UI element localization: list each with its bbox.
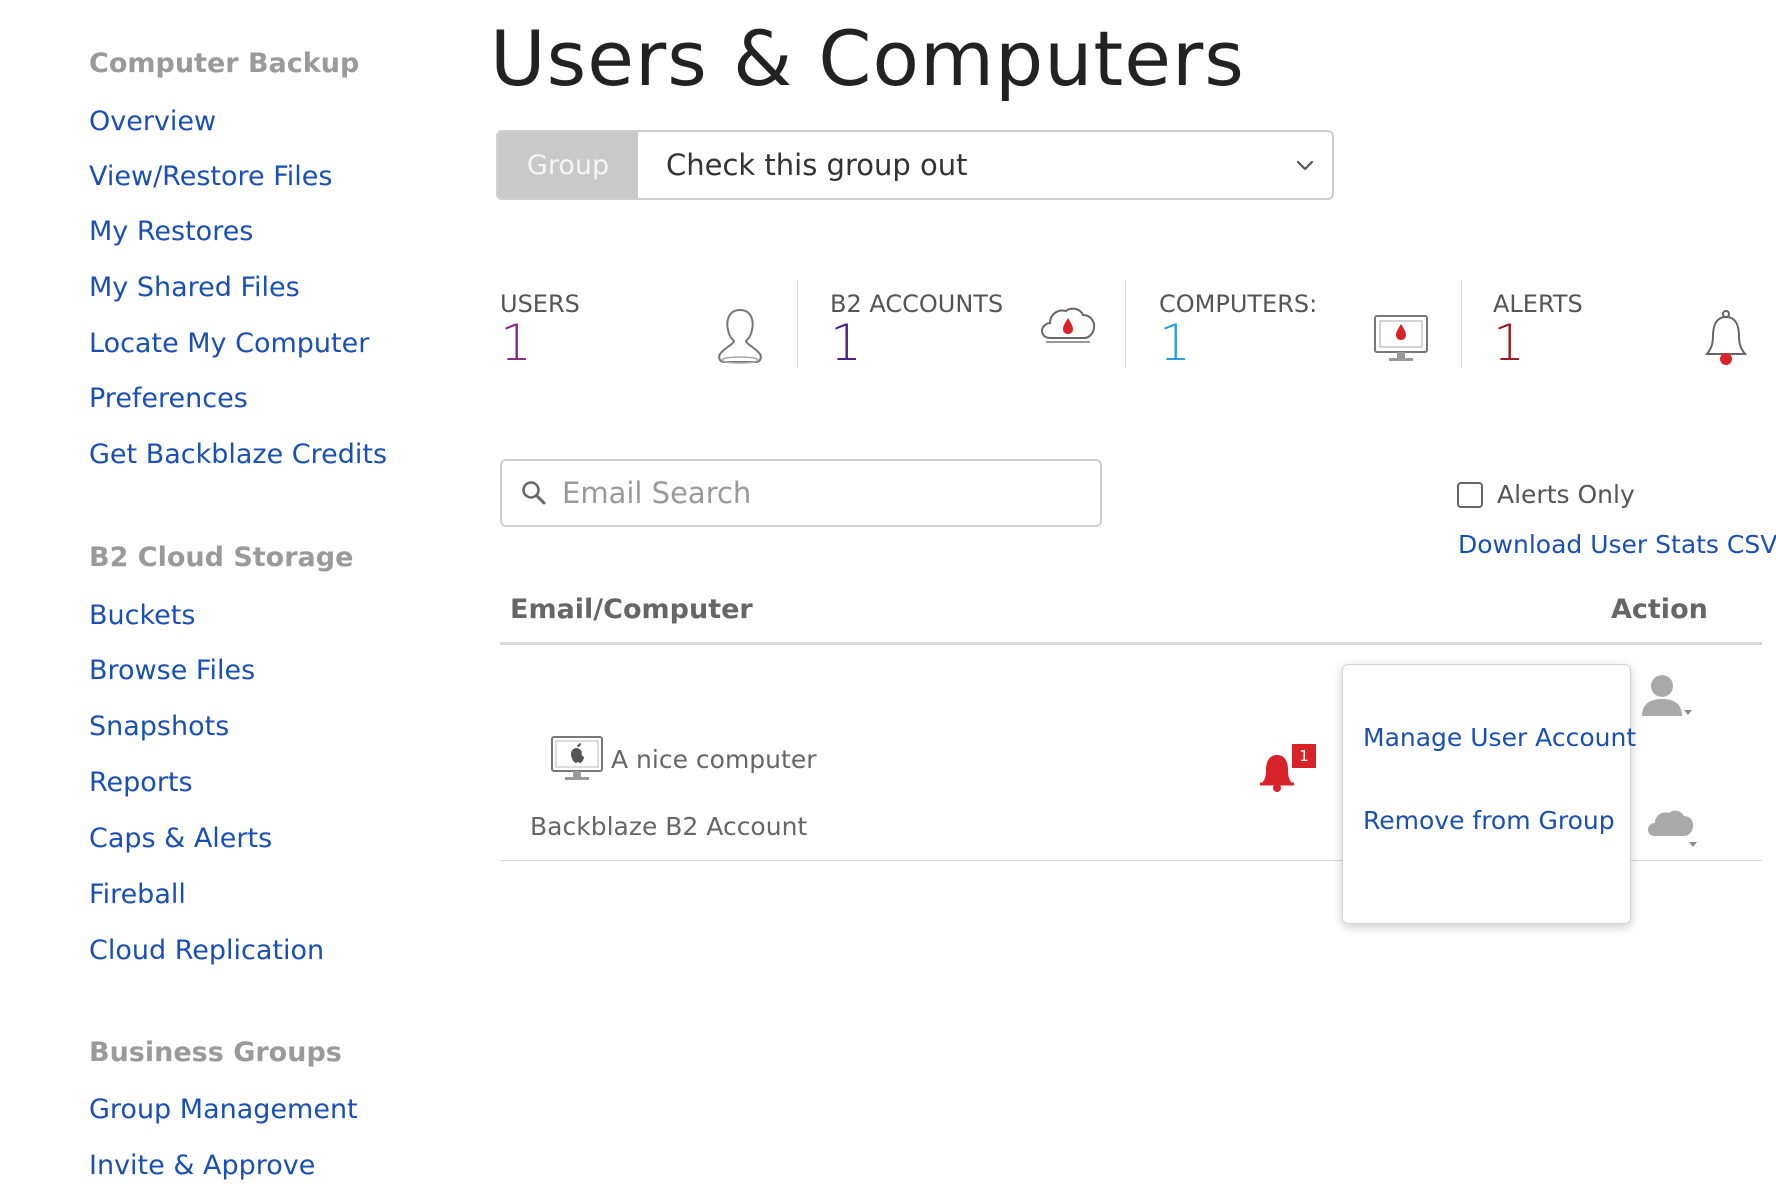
sidebar-item-reports[interactable]: Reports <box>89 767 193 798</box>
sidebar-item-cloud-replication[interactable]: Cloud Replication <box>89 935 324 966</box>
sidebar-item-preferences[interactable]: Preferences <box>89 383 248 414</box>
computer-name[interactable]: A nice computer <box>611 745 816 774</box>
alerts-only-label: Alerts Only <box>1497 480 1635 509</box>
sidebar-section-business-groups: Business Groups <box>89 1037 342 1068</box>
sidebar-section-computer-backup: Computer Backup <box>89 48 360 79</box>
table-row-computer: A nice computer <box>551 736 816 782</box>
stat-b2-accounts-value: 1 <box>830 314 862 372</box>
search-icon <box>522 481 546 505</box>
stat-computers: COMPUTERS: 1 <box>1155 280 1428 372</box>
manage-user-account-menu-item[interactable]: Manage User Account <box>1363 723 1636 752</box>
stat-divider <box>1461 280 1462 368</box>
sidebar-item-my-shared-files[interactable]: My Shared Files <box>89 272 300 303</box>
alert-bell-icon[interactable] <box>1259 752 1295 792</box>
alert-count-badge: 1 <box>1292 744 1316 768</box>
remove-from-group-menu-item[interactable]: Remove from Group <box>1363 806 1615 835</box>
group-selector: Group Check this group out <box>496 130 1334 200</box>
cloud-action-icon[interactable] <box>1645 806 1701 850</box>
sidebar-item-view-restore-files[interactable]: View/Restore Files <box>89 161 332 192</box>
sidebar-item-my-restores[interactable]: My Restores <box>89 216 253 247</box>
cloud-icon <box>1041 307 1096 343</box>
action-dropdown-menu: Manage User Account Remove from Group <box>1342 664 1636 924</box>
sidebar-item-invite-approve[interactable]: Invite & Approve <box>89 1150 315 1181</box>
group-select-value: Check this group out <box>666 148 968 182</box>
sidebar-item-overview[interactable]: Overview <box>89 106 216 137</box>
email-search-box <box>500 459 1102 527</box>
computer-icon <box>1374 315 1428 361</box>
table-header-divider <box>500 642 1762 645</box>
table-header-email-computer: Email/Computer <box>510 594 753 625</box>
bell-icon <box>1705 310 1747 365</box>
download-user-stats-csv-link[interactable]: Download User Stats CSV <box>1458 530 1776 559</box>
group-label: Group <box>498 132 638 198</box>
group-select[interactable]: Check this group out <box>638 132 1332 198</box>
user-action-icon[interactable] <box>1640 672 1696 722</box>
stat-alerts-value: 1 <box>1493 314 1525 372</box>
stat-alerts: ALERTS 1 <box>1489 280 1759 372</box>
sidebar-item-browse-files[interactable]: Browse Files <box>89 655 255 686</box>
stat-b2-accounts: B2 ACCOUNTS 1 <box>826 280 1096 372</box>
chevron-down-icon <box>1296 160 1314 171</box>
stat-users-value: 1 <box>500 314 532 372</box>
table-header-action: Action <box>1611 594 1708 625</box>
sidebar-item-fireball[interactable]: Fireball <box>89 879 186 910</box>
page-title: Users & Computers <box>490 14 1245 103</box>
sidebar-item-buckets[interactable]: Buckets <box>89 600 195 631</box>
b2-account-name: Backblaze B2 Account <box>530 812 808 841</box>
sidebar-item-get-backblaze-credits[interactable]: Get Backblaze Credits <box>89 439 387 470</box>
apple-computer-icon <box>551 736 603 780</box>
sidebar-section-b2-cloud-storage: B2 Cloud Storage <box>89 542 354 573</box>
alerts-only-filter: Alerts Only <box>1457 480 1635 509</box>
sidebar-item-group-management[interactable]: Group Management <box>89 1094 358 1125</box>
sidebar-item-locate-my-computer[interactable]: Locate My Computer <box>89 328 369 359</box>
user-icon <box>718 308 762 364</box>
email-search-input[interactable] <box>562 476 1082 510</box>
stat-users: USERS 1 <box>496 280 766 372</box>
sidebar-item-snapshots[interactable]: Snapshots <box>89 711 229 742</box>
alerts-only-checkbox[interactable] <box>1457 481 1483 508</box>
stat-computers-value: 1 <box>1159 314 1191 372</box>
stat-divider <box>797 280 798 368</box>
stat-divider <box>1125 280 1126 368</box>
sidebar-item-caps-alerts[interactable]: Caps & Alerts <box>89 823 272 854</box>
